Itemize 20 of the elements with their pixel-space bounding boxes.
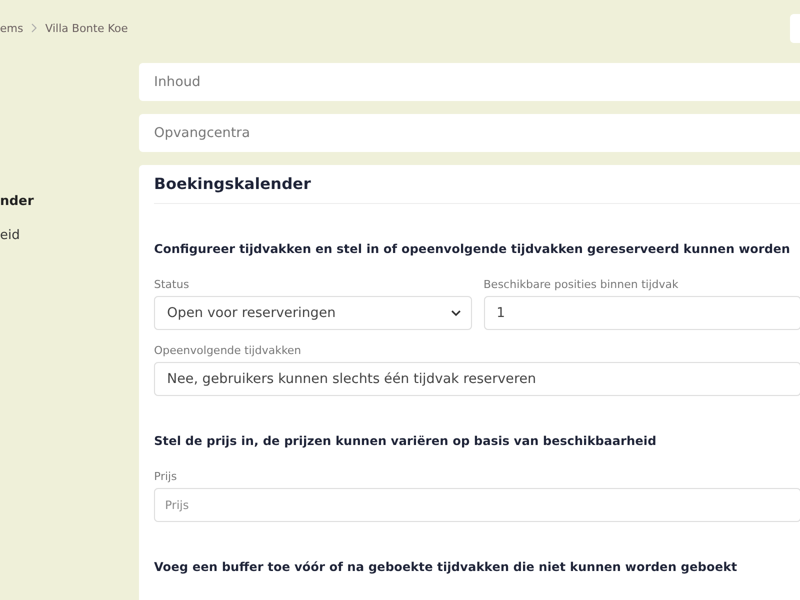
field-label: Prijs (154, 470, 178, 483)
section-header[interactable]: Inhoud (139, 63, 800, 101)
caret-icon (450, 310, 460, 316)
input-field[interactable]: 1 (484, 296, 800, 330)
section-heading: Configureer tijdvakken en stel in of opeenvolgende tijdvakken gereserveerd kunnen worden (154, 241, 792, 258)
breadcrumb-link[interactable]: Villa Bonte Koe (45, 22, 128, 34)
chevron-icon (31, 23, 38, 33)
sidebar-item[interactable]: eid (0, 227, 139, 245)
section-header[interactable]: Opvangcentra (139, 114, 800, 152)
field-label: Status (154, 278, 190, 291)
field-label: Opeenvolgende tijdvakken (154, 344, 302, 357)
section-heading: Voeg een buffer toe vóór of na geboekte tijdvakken die niet kunnen worden geboekt (154, 559, 738, 576)
section-heading: Stel de prijs in, de prijzen kunnen variëren op basis van beschikbaarheid (154, 433, 658, 450)
input-field[interactable]: Prijs (154, 488, 800, 522)
select-field[interactable]: Nee, gebruikers kunnen slechts één tijdvak reserveren (154, 362, 800, 396)
field-label: Beschikbare posities binnen tijdvak (484, 278, 680, 291)
card-title: Boekingskalender (154, 173, 800, 204)
status-select[interactable]: Open voor reserveringen (154, 296, 472, 330)
sidebar-item[interactable]: nder (0, 193, 139, 211)
breadcrumb-link[interactable]: ems (0, 22, 24, 34)
